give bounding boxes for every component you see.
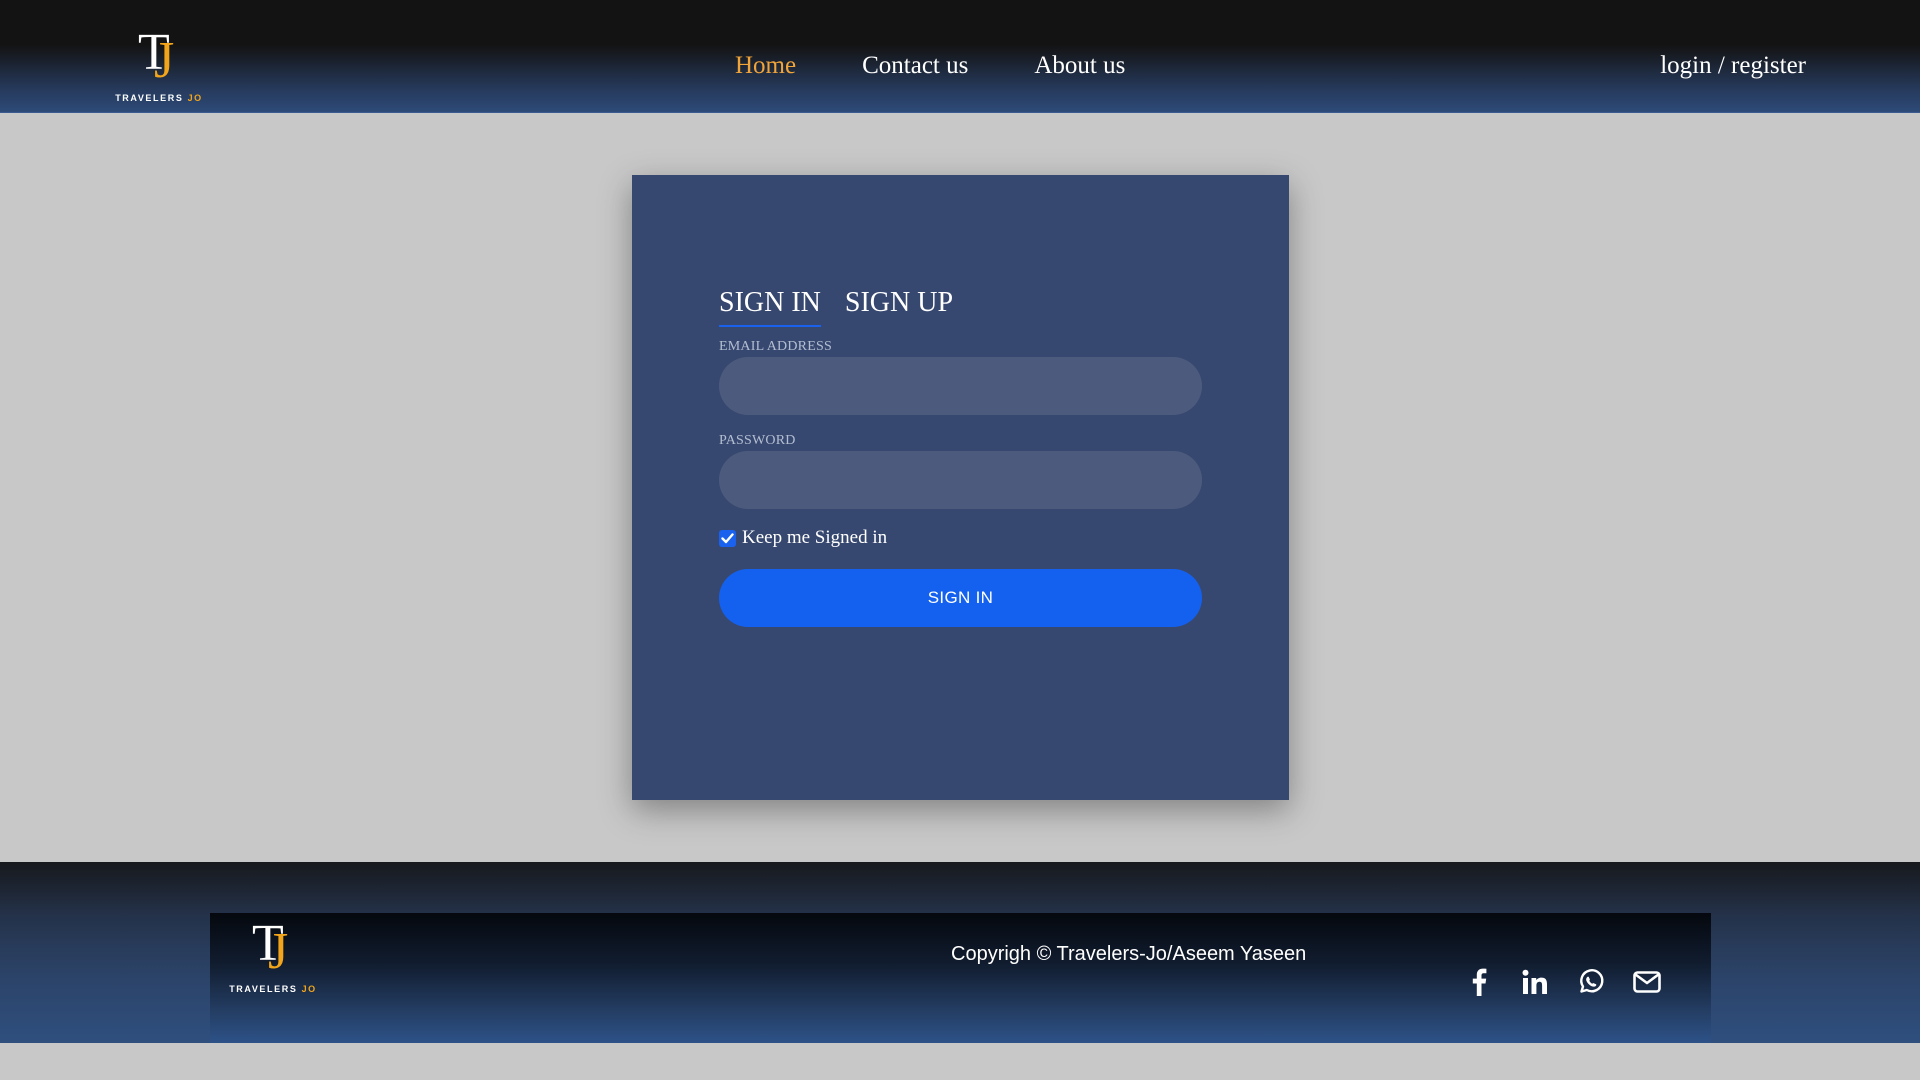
footer-bar: T J TRAVELERS JO Copyrigh © Travelers-Jo…	[210, 913, 1711, 1043]
password-field[interactable]	[719, 451, 1202, 509]
email-label: EMAIL ADDRESS	[719, 339, 832, 354]
auth-tabs: SIGN IN SIGN UP	[719, 287, 977, 327]
password-label: PASSWORD	[719, 433, 796, 448]
logo-mark: T J	[114, 25, 204, 89]
footer-logo[interactable]: T J TRAVELERS JO	[228, 916, 318, 996]
email-icon[interactable]	[1632, 967, 1662, 997]
logo-wordmark: TRAVELERS JO	[114, 93, 204, 103]
remember-me-checkbox[interactable]	[719, 529, 736, 547]
logo-mark: T J	[228, 916, 318, 980]
logo-letter-j: J	[268, 923, 289, 980]
linkedin-icon[interactable]	[1520, 967, 1550, 997]
whatsapp-icon[interactable]	[1576, 967, 1606, 997]
logo-name: TRAVELERS	[115, 93, 184, 103]
social-links	[1464, 967, 1688, 997]
logo-name-suffix: JO	[187, 93, 203, 103]
nav-contact-us[interactable]: Contact us	[862, 52, 968, 80]
logo-name: TRAVELERS	[229, 984, 298, 994]
tab-sign-up[interactable]: SIGN UP	[845, 287, 953, 327]
checkmark-icon	[721, 532, 734, 543]
header-logo[interactable]: T J TRAVELERS JO	[114, 25, 204, 105]
remember-me: Keep me Signed in	[719, 527, 887, 549]
site-header: T J TRAVELERS JO Home Contact us About u…	[0, 0, 1920, 113]
email-field[interactable]	[719, 357, 1202, 415]
remember-me-label: Keep me Signed in	[742, 527, 888, 548]
nav-home[interactable]: Home	[735, 52, 796, 80]
nav-about-us[interactable]: About us	[1034, 52, 1125, 80]
logo-wordmark: TRAVELERS JO	[228, 984, 318, 994]
main-nav: Home Contact us About us	[735, 52, 1191, 80]
facebook-icon[interactable]	[1464, 967, 1494, 997]
sign-in-button[interactable]: SIGN IN	[719, 569, 1202, 627]
site-footer: T J TRAVELERS JO Copyrigh © Travelers-Jo…	[0, 862, 1920, 1043]
auth-card: SIGN IN SIGN UP EMAIL ADDRESS PASSWORD K…	[632, 175, 1289, 800]
logo-letter-j: J	[154, 32, 175, 89]
copyright-text: Copyrigh © Travelers-Jo/Aseem Yaseen	[951, 943, 1307, 965]
tab-sign-in[interactable]: SIGN IN	[719, 287, 821, 327]
login-register-link[interactable]: login / register	[1660, 52, 1806, 80]
logo-name-suffix: JO	[301, 984, 317, 994]
